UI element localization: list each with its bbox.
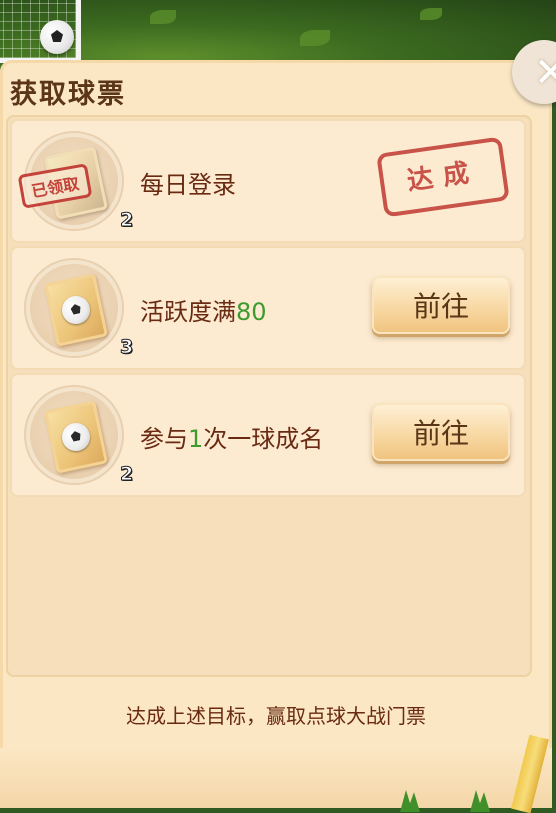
reward-medal <box>26 387 122 483</box>
soccer-ball-icon <box>40 20 74 54</box>
task-label: 活跃度满80 <box>140 292 267 327</box>
bottom-decoration <box>0 748 552 808</box>
soccer-ball-icon <box>59 293 93 327</box>
reward-count: 3 <box>119 336 134 359</box>
ticket-icon <box>43 400 109 474</box>
task-highlight-number: 1 <box>188 425 204 453</box>
leaf-decoration <box>420 8 442 20</box>
close-icon[interactable]: ✕ <box>534 50 556 96</box>
task-highlight-number: 80 <box>236 298 267 326</box>
footer-hint: 达成上述目标，赢取点球大战门票 <box>126 704 426 728</box>
reward-count: 2 <box>119 463 134 486</box>
completed-stamp: 达成 <box>376 136 510 218</box>
task-row-daily-login: 已领取 2 每日登录 达成 <box>12 121 524 241</box>
soccer-ball-icon <box>59 420 93 454</box>
ticket-icon <box>43 273 109 347</box>
reward-count: 2 <box>119 209 134 232</box>
task-text: 每日登录 <box>140 171 236 199</box>
task-label: 参与1次一球成名 <box>140 419 323 454</box>
dialog-title: 获取球票 <box>10 79 126 110</box>
task-text: 参与 <box>140 425 188 453</box>
task-text: 活跃度满 <box>140 298 236 326</box>
leaf-decoration <box>300 30 330 46</box>
task-row-activity: 3 活跃度满80 前往 <box>12 248 524 368</box>
reward-medal: 已领取 <box>17 133 122 229</box>
task-text-suffix: 次一球成名 <box>203 425 324 453</box>
go-button[interactable]: 前往 <box>372 403 510 461</box>
task-row-penalty: 2 参与1次一球成名 前往 <box>12 375 524 495</box>
leaf-decoration <box>150 10 176 24</box>
reward-medal <box>26 260 122 356</box>
go-button[interactable]: 前往 <box>372 276 510 334</box>
task-label: 每日登录 <box>140 165 236 200</box>
